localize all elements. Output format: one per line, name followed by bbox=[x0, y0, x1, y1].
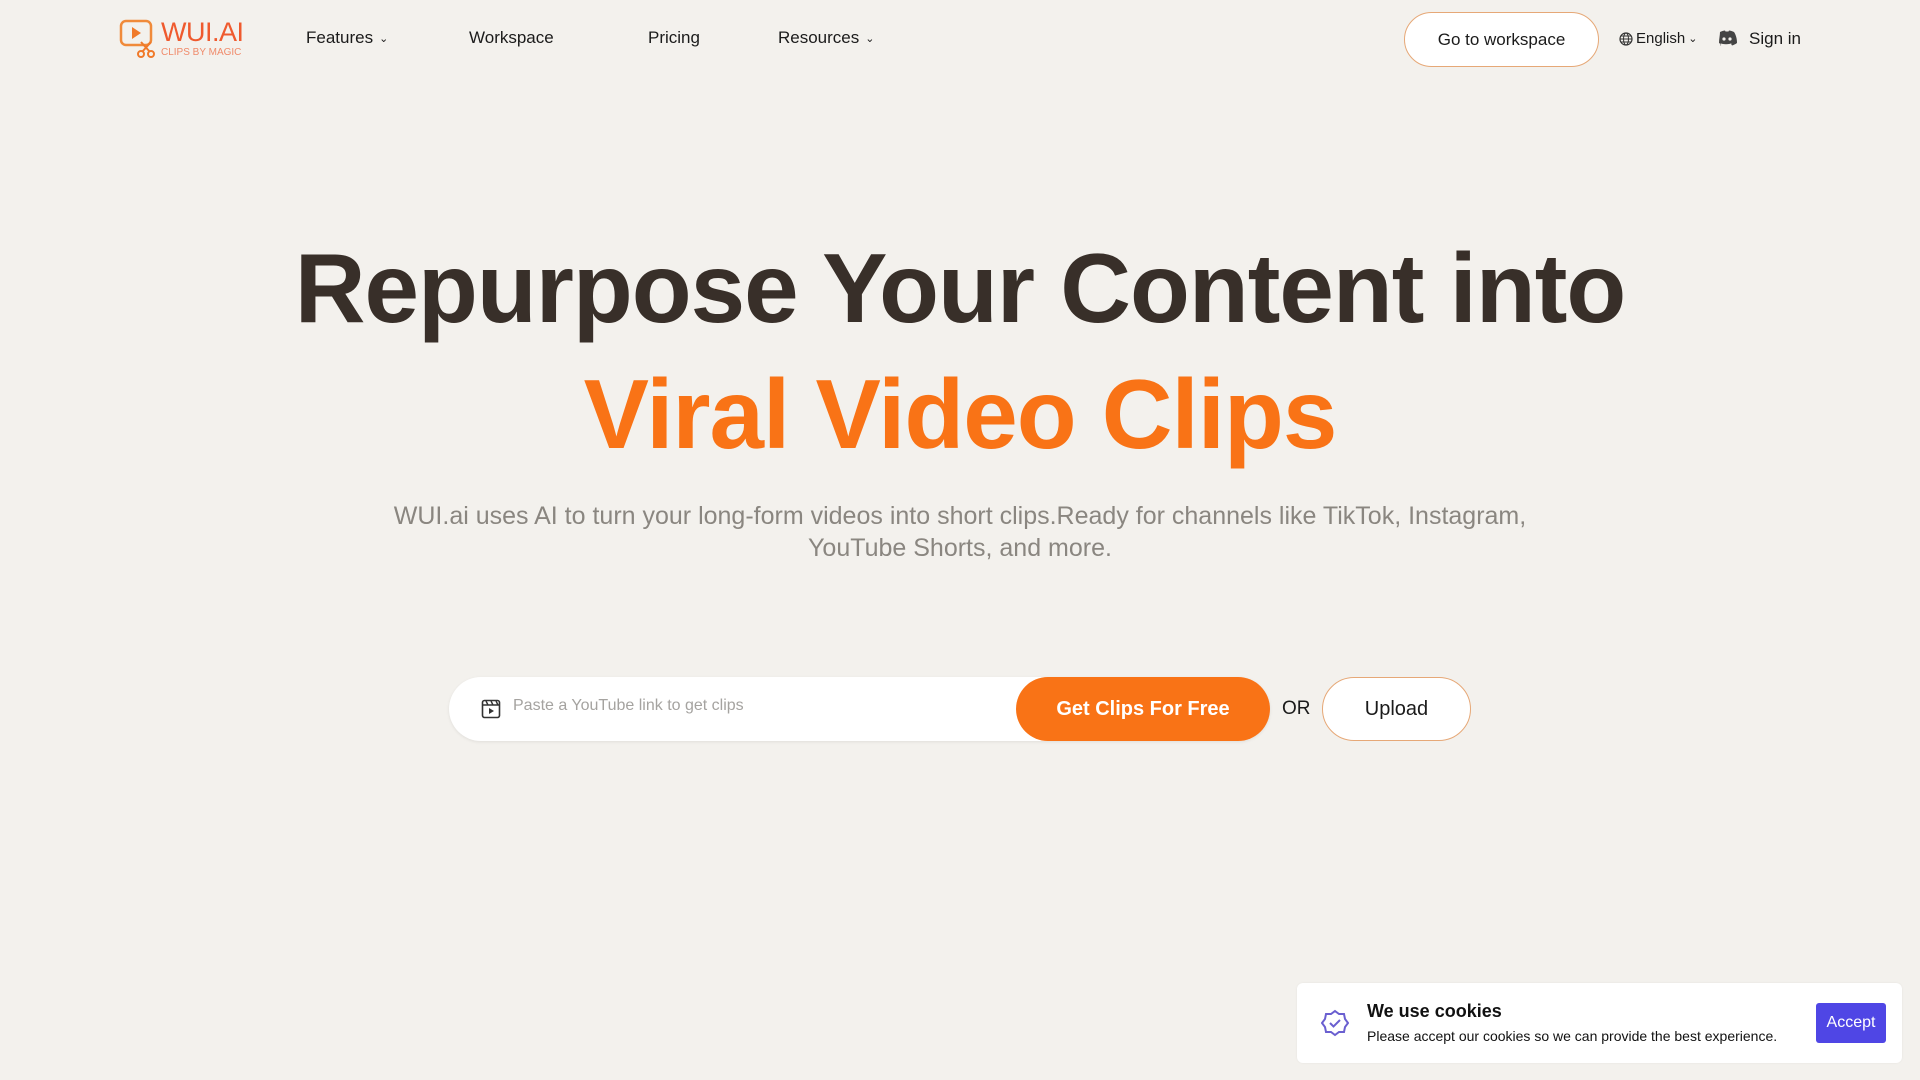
nav-label: Features bbox=[306, 28, 374, 47]
verified-badge-icon bbox=[1321, 1009, 1349, 1037]
chevron-down-icon: ⌄ bbox=[379, 32, 389, 45]
language-selector[interactable]: English ⌄ bbox=[1619, 30, 1697, 47]
sign-in-link[interactable]: Sign in bbox=[1749, 29, 1801, 49]
cookie-text: Please accept our cookies so we can prov… bbox=[1367, 1028, 1778, 1044]
nav-label: Workspace bbox=[469, 28, 554, 47]
cookie-banner: We use cookies Please accept our cookies… bbox=[1297, 983, 1902, 1063]
get-clips-button[interactable]: Get Clips For Free bbox=[1016, 677, 1270, 741]
hero-subtitle: WUI.ai uses AI to turn your long-form vi… bbox=[393, 502, 1527, 562]
language-label: English bbox=[1636, 30, 1686, 47]
chevron-down-icon: ⌄ bbox=[865, 32, 875, 45]
hero-title-line2: Viral Video Clips bbox=[583, 359, 1338, 469]
go-to-workspace-button[interactable]: Go to workspace bbox=[1404, 12, 1599, 67]
chevron-down-icon: ⌄ bbox=[1688, 33, 1698, 45]
nav-resources[interactable]: Resources ⌄ bbox=[778, 28, 874, 48]
logo-icon bbox=[119, 19, 155, 58]
accept-cookies-button[interactable]: Accept bbox=[1816, 1003, 1886, 1043]
nav-workspace[interactable]: Workspace bbox=[469, 28, 554, 48]
nav-label: Pricing bbox=[648, 28, 700, 47]
globe-icon bbox=[1619, 31, 1633, 46]
hero-title-line1: Repurpose Your Content into bbox=[294, 233, 1626, 343]
video-icon bbox=[481, 699, 501, 719]
or-label: OR bbox=[1282, 698, 1311, 719]
upload-button[interactable]: Upload bbox=[1322, 677, 1471, 741]
logo[interactable]: WUI.AI CLIPS BY MAGIC bbox=[119, 18, 244, 58]
nav-features[interactable]: Features ⌄ bbox=[306, 28, 388, 48]
youtube-link-input[interactable] bbox=[513, 697, 993, 715]
nav-pricing[interactable]: Pricing bbox=[648, 28, 700, 48]
discord-icon[interactable] bbox=[1716, 30, 1738, 46]
youtube-link-form: Get Clips For Free bbox=[449, 677, 1270, 741]
cookie-title: We use cookies bbox=[1367, 1001, 1502, 1021]
logo-tagline: CLIPS BY MAGIC bbox=[161, 46, 242, 58]
nav-label: Resources bbox=[778, 28, 860, 47]
logo-name: WUI.AI bbox=[161, 16, 244, 47]
